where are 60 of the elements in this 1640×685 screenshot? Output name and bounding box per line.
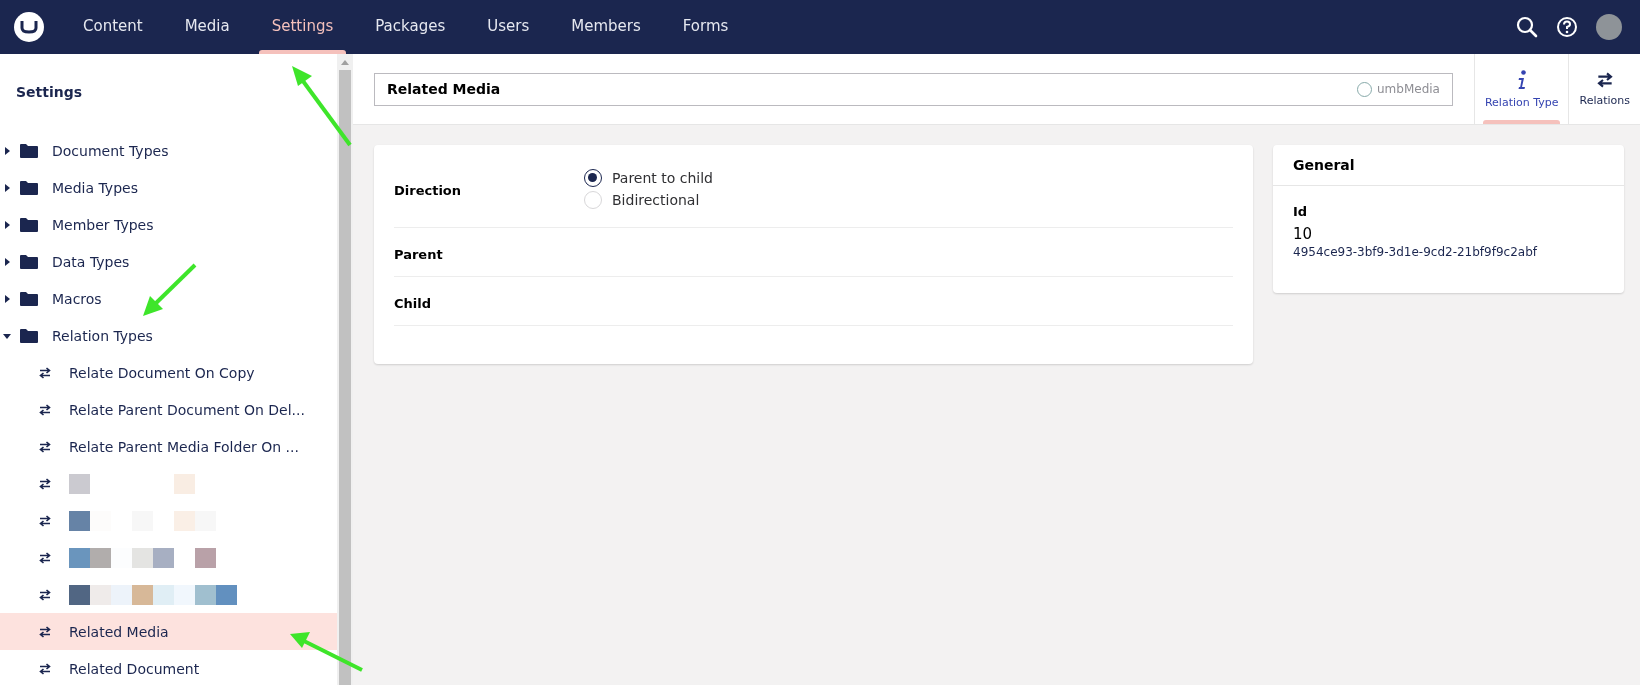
section-tab[interactable]: Members [550,0,662,54]
search-icon[interactable] [1516,16,1538,38]
folder-icon [20,180,38,195]
tree-item[interactable]: Media Types [0,169,337,206]
arrows-icon [39,477,51,490]
name-field[interactable]: Related Media umbMedia [374,72,1453,106]
arrows-icon [39,440,51,453]
section-tab[interactable]: Forms [661,0,750,54]
info-icon [1516,69,1527,90]
section-tab[interactable]: Media [163,0,251,54]
caret-icon[interactable] [3,294,11,303]
annotation-arrow [143,263,197,316]
tree-item[interactable]: Relate Document On Copy [0,354,337,391]
caret-icon[interactable] [3,331,11,340]
arrows-icon [39,625,51,638]
tree-item[interactable]: Related Document [0,650,337,685]
help-icon[interactable] [1556,16,1578,38]
sidebar-title: Settings [16,83,83,102]
app-tab[interactable]: Relations [1568,54,1640,124]
arrows-icon [39,514,51,527]
radio-option[interactable]: Bidirectional [584,191,713,209]
arrows-icon [1596,71,1613,88]
tree-item[interactable]: Relation Types [0,317,337,354]
tree-item[interactable]: Related Media [0,613,337,650]
folder-icon [20,143,38,158]
card-title: General [1273,145,1624,186]
caret-icon[interactable] [3,257,11,266]
property-label: Parent [394,246,444,262]
folder-icon [20,254,38,269]
arrows-icon [39,366,51,379]
folder-icon [20,328,38,343]
folder-icon [20,291,38,306]
caret-icon[interactable] [3,146,11,155]
id-label: Id [1293,204,1309,219]
arrows-icon [39,662,51,675]
tree-item[interactable]: Data Types [0,243,337,280]
radio-button[interactable] [584,169,602,187]
tree-item[interactable]: Macros [0,280,337,317]
arrows-icon [39,403,51,416]
key-value: 4954ce93-3bf9-3d1e-9cd2-21bf9f9c2abf [1293,245,1539,259]
arrows-icon [39,588,51,601]
section-tab[interactable]: Settings [250,0,355,54]
tree-item[interactable]: Relate Parent Media Folder On ... [0,428,337,465]
logo-icon[interactable] [14,12,44,42]
tree-item[interactable]: Member Types [0,206,337,243]
caret-icon[interactable] [3,183,11,192]
tree-item[interactable]: Document Types [0,132,337,169]
section-tab[interactable]: Content [62,0,164,54]
property-label: Direction [394,181,463,198]
tree-item[interactable]: Relate Parent Document On Del... [0,391,337,428]
app-tab[interactable]: Relation Type [1473,54,1569,124]
arrows-icon [39,551,51,564]
id-value: 10 [1293,225,1314,243]
property-label: Child [394,295,432,311]
section-tab[interactable]: Packages [354,0,467,54]
avatar[interactable] [1596,14,1622,40]
caret-icon[interactable] [3,220,11,229]
section-tab[interactable]: Users [466,0,551,54]
radio-option[interactable]: Parent to child [584,169,713,187]
folder-icon [20,217,38,232]
